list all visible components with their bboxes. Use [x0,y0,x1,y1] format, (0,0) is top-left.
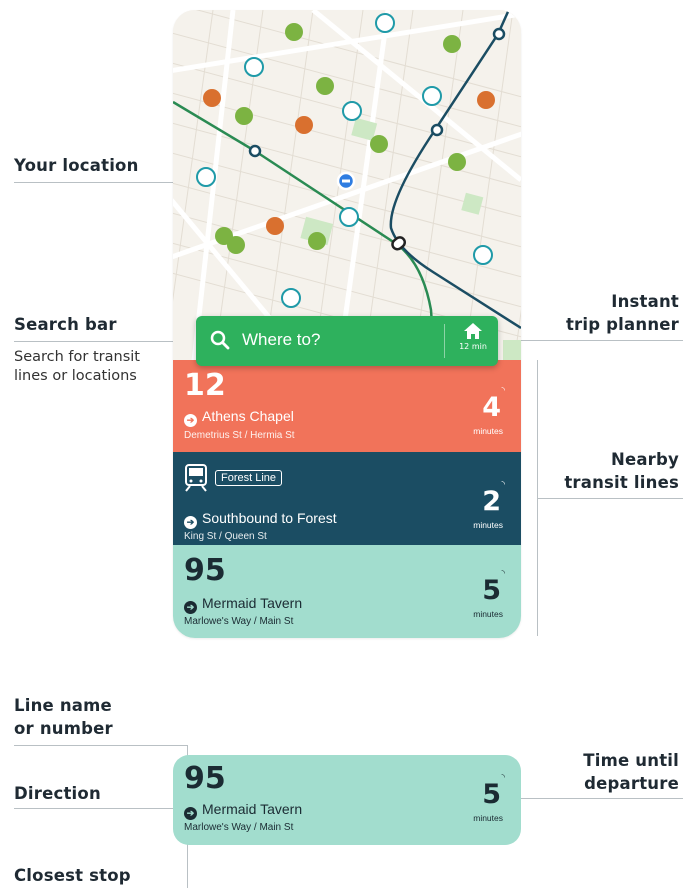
leader-line [14,745,187,746]
destination-label: Mermaid Tavern [202,595,303,611]
arrow-right-icon: ➔ [184,414,197,427]
instant-line-1: Instant [611,292,679,311]
nearby-line-1: Nearby [610,450,679,469]
arrow-right-icon: ➔ [184,601,197,614]
leader-line [14,341,198,342]
search-input[interactable]: Where to? [242,330,320,350]
callout-instant-planner: Instant trip planner [566,290,679,336]
search-desc-line-1: Search for transit [14,349,140,365]
nearby-line-2: transit lines [564,473,679,492]
closest-stop: Demetrius St / Hermia St [184,430,295,441]
line-name-line-2: or number [14,719,113,738]
trip-planner-button[interactable]: 12 min [448,322,498,351]
minutes-value: 2 [482,486,501,517]
arrow-right-icon: ➔ [184,516,197,529]
minutes-label: minutes [473,813,503,823]
minutes-label: minutes [473,609,503,619]
search-icon [210,330,230,350]
time-line-1: Time until [583,751,679,770]
minutes-label: minutes [473,520,503,530]
callout-closest-stop: Closest stop [14,866,131,885]
destination-label: Athens Chapel [202,408,294,424]
arrow-right-icon: ➔ [184,807,197,820]
closest-stop: King St / Queen St [184,531,267,542]
divider [444,324,445,358]
route-detail-card: 95 ➔ Mermaid Tavern Marlowe's Way / Main … [173,755,521,845]
minutes-value: 4 [482,392,501,423]
minutes-value: 5 [482,779,501,810]
direction: ➔ Mermaid Tavern [184,595,302,614]
line-name-line-1: Line name [14,696,112,715]
search-desc-line-2: lines or locations [14,368,137,384]
line-number: 12 [184,368,226,403]
minutes-label: minutes [473,426,503,436]
destination-label: Mermaid Tavern [202,801,303,817]
line-badge: Forest Line [215,470,283,486]
search-bar[interactable]: Where to? 12 min [196,316,498,366]
direction: ➔ Athens Chapel [184,408,294,427]
realtime-icon: ◝ [501,386,506,396]
instant-line-2: trip planner [565,315,679,334]
leader-line [497,798,683,799]
leader-line [14,808,184,809]
train-icon [185,464,207,492]
route-row[interactable]: 12 ➔ Athens Chapel Demetrius St / Hermia … [173,360,521,452]
leader-line [494,340,683,341]
home-time: 12 min [459,342,487,351]
closest-stop: Marlowe's Way / Main St [184,822,294,833]
line-number: 95 [184,761,226,796]
callout-nearby-lines: Nearby transit lines [564,448,679,494]
callout-your-location: Your location [14,156,139,175]
leader-line [537,498,683,499]
home-icon [464,323,482,339]
route-row[interactable]: Forest Line ➔ Southbound to Forest King S… [173,452,521,545]
callout-search-desc: Search for transit lines or locations [14,348,140,386]
realtime-icon: ◝ [501,569,506,579]
callout-search-bar: Search bar [14,315,117,334]
direction: ➔ Southbound to Forest [184,510,337,529]
minutes-value: 5 [482,575,501,606]
destination-label: Southbound to Forest [202,510,337,526]
line-number: 95 [184,553,226,588]
direction: ➔ Mermaid Tavern [184,801,302,820]
route-row[interactable]: 95 ➔ Mermaid Tavern Marlowe's Way / Main … [173,545,521,638]
closest-stop: Marlowe's Way / Main St [184,616,294,627]
realtime-icon: ◝ [501,773,506,783]
callout-line-name: Line name or number [14,694,113,740]
time-line-2: departure [584,774,679,793]
callout-direction: Direction [14,784,101,803]
realtime-icon: ◝ [501,480,506,490]
callout-time-until: Time until departure [583,749,679,795]
